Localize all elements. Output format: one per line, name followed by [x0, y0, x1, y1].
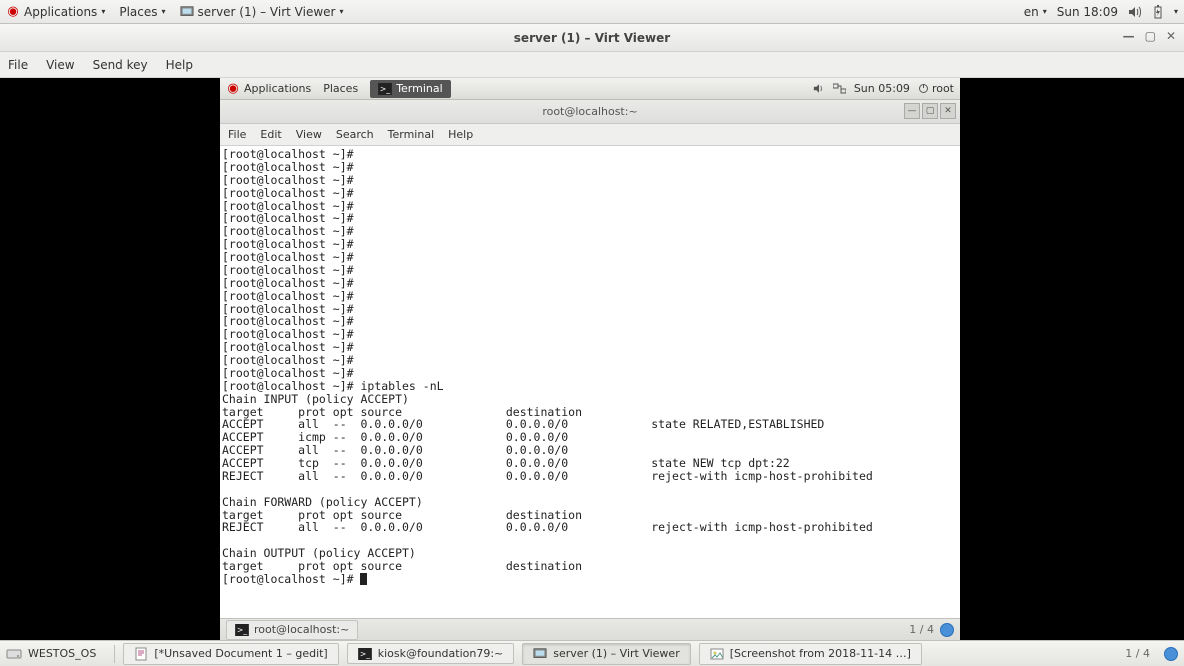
close-button[interactable]: ✕: [1166, 29, 1176, 43]
host-workspace-indicator[interactable]: 1 / 4: [1125, 647, 1150, 660]
virt-viewer-icon: [180, 5, 194, 19]
terminal-window: root@localhost:~ — ▢ ✕ File Edit View Se…: [220, 100, 960, 618]
chevron-down-icon: ▾: [161, 7, 165, 16]
host-clock[interactable]: Sun 18:09: [1057, 5, 1118, 19]
guest-volume-icon[interactable]: [813, 83, 825, 94]
menu-send-key[interactable]: Send key: [93, 58, 148, 72]
host-applications-label: Applications: [24, 5, 97, 19]
guest-clock-label: Sun 05:09: [854, 82, 910, 95]
chevron-down-icon: ▾: [1043, 7, 1047, 16]
power-icon: [918, 83, 929, 94]
term-menu-terminal[interactable]: Terminal: [388, 128, 435, 141]
term-menu-search[interactable]: Search: [336, 128, 374, 141]
guest-workspace-indicator[interactable]: 1 / 4: [909, 623, 934, 636]
guest-terminal-label: Terminal: [396, 82, 443, 95]
task-gedit[interactable]: [*Unsaved Document 1 – gedit]: [123, 643, 338, 665]
terminal-icon: >_: [358, 648, 372, 660]
terminal-prompt-line: [root@localhost ~]#: [222, 573, 958, 586]
task-gedit-label: [*Unsaved Document 1 – gedit]: [154, 647, 327, 660]
virt-desktop-area: ◉ Applications Places >_ Terminal: [0, 78, 1184, 640]
task-virt-viewer-label: server (1) – Virt Viewer: [553, 647, 679, 660]
task-screenshot[interactable]: [Screenshot from 2018-11-14 …]: [699, 643, 922, 665]
westos-label: WESTOS_OS: [28, 647, 96, 660]
battery-icon[interactable]: [1152, 5, 1164, 19]
redhat-icon: ◉: [226, 82, 240, 96]
guest-network-icon[interactable]: [833, 83, 846, 94]
chevron-down-icon: ▾: [1174, 7, 1178, 16]
task-virt-viewer[interactable]: server (1) – Virt Viewer: [522, 643, 690, 665]
task-host-terminal[interactable]: >_ kiosk@foundation79:~: [347, 643, 515, 664]
term-menu-edit[interactable]: Edit: [260, 128, 281, 141]
guest-user-menu[interactable]: root: [918, 82, 954, 95]
virt-viewer-window: server (1) – Virt Viewer — ▢ ✕ File View…: [0, 24, 1184, 640]
guest-applications-menu[interactable]: ◉ Applications: [226, 82, 311, 96]
guest-task-terminal[interactable]: >_ root@localhost:~: [226, 620, 358, 640]
minimize-button[interactable]: —: [1123, 29, 1135, 43]
show-desktop-icon[interactable]: [1164, 647, 1178, 661]
term-menu-help[interactable]: Help: [448, 128, 473, 141]
terminal-icon: >_: [235, 623, 249, 637]
term-menu-view[interactable]: View: [296, 128, 322, 141]
guest-applications-label: Applications: [244, 82, 311, 95]
drive-icon: [6, 647, 22, 661]
task-screenshot-label: [Screenshot from 2018-11-14 …]: [730, 647, 911, 660]
terminal-body[interactable]: [root@localhost ~]# [root@localhost ~]# …: [220, 146, 960, 618]
chevron-down-icon: ▾: [339, 7, 343, 16]
host-places-label: Places: [119, 5, 157, 19]
guest-task-label: root@localhost:~: [254, 623, 349, 636]
term-menu-file[interactable]: File: [228, 128, 246, 141]
host-clock-label: Sun 18:09: [1057, 5, 1118, 19]
maximize-button[interactable]: ▢: [1145, 29, 1156, 43]
chevron-down-icon: ▾: [101, 7, 105, 16]
terminal-menubar: File Edit View Search Terminal Help: [220, 124, 960, 146]
redhat-icon: ◉: [6, 5, 20, 19]
lang-indicator[interactable]: en ▾: [1024, 5, 1047, 19]
host-top-panel: ◉ Applications ▾ Places ▾ server (1) – V…: [0, 0, 1184, 24]
task-host-terminal-label: kiosk@foundation79:~: [378, 647, 504, 660]
virt-menubar: File View Send key Help: [0, 52, 1184, 78]
host-taskbar: WESTOS_OS [*Unsaved Document 1 – gedit] …: [0, 640, 1184, 666]
host-window-menu-label: server (1) – Virt Viewer: [198, 5, 336, 19]
power-menu[interactable]: ▾: [1174, 7, 1178, 16]
host-places-menu[interactable]: Places ▾: [119, 5, 165, 19]
show-desktop-icon[interactable]: [940, 623, 954, 637]
lang-label: en: [1024, 5, 1039, 19]
volume-icon[interactable]: [1128, 6, 1142, 18]
guest-places-menu[interactable]: Places: [323, 82, 358, 95]
svg-text:>_: >_: [380, 84, 390, 93]
terminal-minimize-button[interactable]: —: [904, 103, 920, 119]
virt-title-label: server (1) – Virt Viewer: [514, 31, 670, 45]
guest-taskbar: >_ root@localhost:~ 1 / 4: [220, 618, 960, 640]
terminal-titlebar[interactable]: root@localhost:~ — ▢ ✕: [220, 100, 960, 124]
virt-titlebar[interactable]: server (1) – Virt Viewer — ▢ ✕: [0, 24, 1184, 52]
terminal-prompt: [root@localhost ~]#: [222, 572, 360, 586]
svg-text:>_: >_: [360, 649, 370, 658]
guest-clock[interactable]: Sun 05:09: [854, 82, 910, 95]
westos-launcher[interactable]: WESTOS_OS: [6, 647, 106, 661]
guest-user-label: root: [932, 82, 954, 95]
menu-help[interactable]: Help: [166, 58, 193, 72]
terminal-icon: >_: [378, 82, 392, 96]
host-applications-menu[interactable]: ◉ Applications ▾: [6, 5, 105, 19]
terminal-maximize-button[interactable]: ▢: [922, 103, 938, 119]
menu-file[interactable]: File: [8, 58, 28, 72]
guest-screen: ◉ Applications Places >_ Terminal: [220, 78, 960, 640]
guest-top-panel: ◉ Applications Places >_ Terminal: [220, 78, 960, 100]
guest-places-label: Places: [323, 82, 358, 95]
terminal-close-button[interactable]: ✕: [940, 103, 956, 119]
svg-text:>_: >_: [237, 625, 247, 634]
virt-viewer-icon: [533, 647, 547, 661]
image-icon: [710, 647, 724, 661]
terminal-output: [root@localhost ~]# [root@localhost ~]# …: [222, 148, 958, 573]
cursor-icon: [360, 573, 367, 585]
menu-view[interactable]: View: [46, 58, 74, 72]
host-active-window-menu[interactable]: server (1) – Virt Viewer ▾: [180, 5, 344, 19]
terminal-title-label: root@localhost:~: [542, 105, 637, 118]
gedit-icon: [134, 647, 148, 661]
guest-terminal-launcher[interactable]: >_ Terminal: [370, 80, 451, 98]
